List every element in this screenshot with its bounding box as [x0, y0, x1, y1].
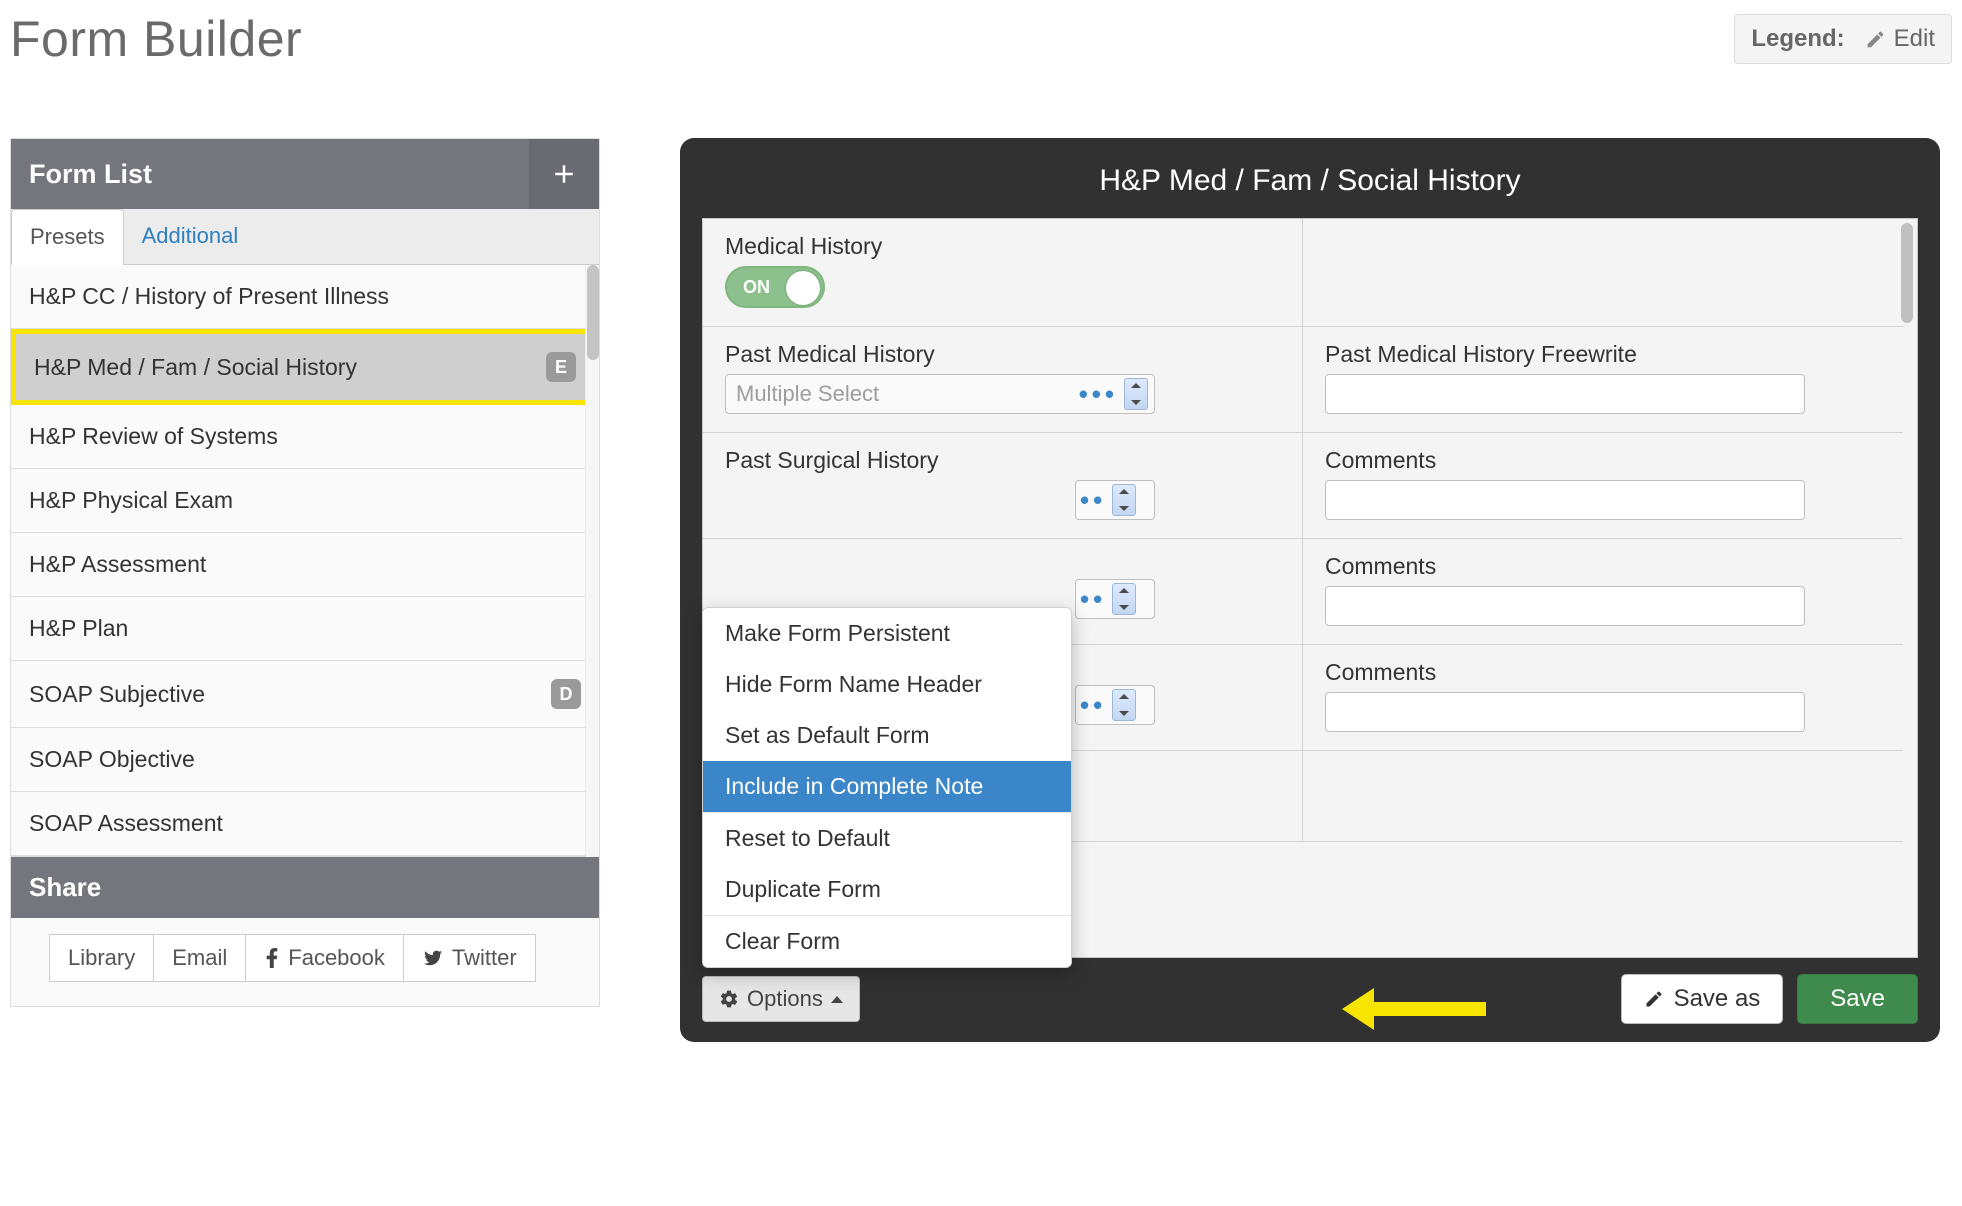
- comments-input-3[interactable]: [1325, 692, 1805, 732]
- form-list-item-label: SOAP Assessment: [29, 810, 223, 837]
- add-form-button[interactable]: [529, 139, 599, 209]
- annotation-arrow: [1342, 988, 1492, 1028]
- editor-title: H&P Med / Fam / Social History: [702, 160, 1918, 218]
- form-list-item-badge: D: [551, 679, 581, 709]
- form-list-item-label: SOAP Subjective: [29, 681, 205, 708]
- drag-dots-icon: ••: [1080, 584, 1106, 615]
- form-list-item[interactable]: SOAP Assessment: [11, 792, 599, 856]
- field-past-medical-history-label: Past Medical History: [725, 341, 1280, 368]
- past-surgical-history-select[interactable]: ••: [1075, 480, 1155, 520]
- drag-dots-icon: •••: [1079, 379, 1118, 410]
- form-list-item-badge: E: [546, 352, 576, 382]
- form-list-item[interactable]: H&P Physical Exam: [11, 469, 599, 533]
- scrollbar-thumb[interactable]: [587, 265, 599, 360]
- field-comments-label: Comments: [1325, 553, 1881, 580]
- stepper-icon[interactable]: [1124, 378, 1148, 410]
- form-editor-panel: H&P Med / Fam / Social History Medical H…: [680, 138, 1940, 1042]
- menu-include-complete-note[interactable]: Include in Complete Note: [703, 761, 1071, 812]
- form-list-item-label: H&P Plan: [29, 615, 128, 642]
- pencil-icon: [1865, 29, 1886, 50]
- share-twitter-button[interactable]: Twitter: [404, 934, 536, 982]
- menu-make-persistent[interactable]: Make Form Persistent: [703, 608, 1071, 659]
- field-medical-history-label: Medical History: [725, 233, 1280, 260]
- legend-label: Legend:: [1751, 25, 1844, 53]
- field-past-surgical-history-label: Past Surgical History: [725, 447, 1280, 474]
- menu-set-default[interactable]: Set as Default Form: [703, 710, 1071, 761]
- share-email-button[interactable]: Email: [154, 934, 246, 982]
- comments-input-2[interactable]: [1325, 586, 1805, 626]
- stepper-icon[interactable]: [1112, 689, 1136, 721]
- share-facebook-button[interactable]: Facebook: [246, 934, 404, 982]
- editor-scrollbar-thumb[interactable]: [1901, 223, 1913, 323]
- twitter-icon: [422, 949, 444, 967]
- share-library-button[interactable]: Library: [49, 934, 154, 982]
- comments-input-1[interactable]: [1325, 480, 1805, 520]
- save-as-button[interactable]: Save as: [1621, 974, 1784, 1024]
- form-list-item-label: H&P CC / History of Present Illness: [29, 283, 389, 310]
- past-medical-history-select[interactable]: Multiple Select •••: [725, 374, 1155, 414]
- legend-edit-button[interactable]: Edit: [1865, 25, 1935, 53]
- stepper-icon[interactable]: [1112, 583, 1136, 615]
- facebook-icon: [264, 948, 280, 968]
- options-button[interactable]: Options: [702, 976, 860, 1022]
- pmh-freewrite-input[interactable]: [1325, 374, 1805, 414]
- stepper-icon[interactable]: [1112, 484, 1136, 516]
- legend-box: Legend: Edit: [1734, 14, 1952, 64]
- page-title: Form Builder: [10, 10, 302, 68]
- form-list-item[interactable]: SOAP Subjective D: [11, 661, 599, 728]
- form-list-item-label: H&P Review of Systems: [29, 423, 278, 450]
- form-list-item[interactable]: H&P Med / Fam / Social History E: [11, 329, 599, 405]
- form-list-item-label: SOAP Objective: [29, 746, 195, 773]
- field-comments-label: Comments: [1325, 447, 1881, 474]
- caret-up-icon: [831, 996, 843, 1003]
- options-menu: Make Form Persistent Hide Form Name Head…: [702, 607, 1072, 968]
- form-list-item[interactable]: SOAP Objective: [11, 728, 599, 792]
- form-list-item[interactable]: H&P Assessment: [11, 533, 599, 597]
- gear-icon: [719, 989, 739, 1009]
- menu-duplicate-form[interactable]: Duplicate Form: [703, 864, 1071, 915]
- menu-reset-default[interactable]: Reset to Default: [703, 813, 1071, 864]
- form-list-item[interactable]: H&P Plan: [11, 597, 599, 661]
- field-pmh-freewrite-label: Past Medical History Freewrite: [1325, 341, 1881, 368]
- form-list-item-label: H&P Physical Exam: [29, 487, 233, 514]
- field-comments-label: Comments: [1325, 659, 1881, 686]
- form-list-scrollbar[interactable]: [585, 265, 599, 857]
- medical-history-toggle[interactable]: ON: [725, 266, 825, 308]
- plus-icon: [549, 159, 579, 189]
- history-select-3[interactable]: ••: [1075, 579, 1155, 619]
- tab-additional[interactable]: Additional: [124, 209, 257, 264]
- form-list-item-label: H&P Assessment: [29, 551, 206, 578]
- drag-dots-icon: ••: [1080, 485, 1106, 516]
- pencil-icon: [1644, 989, 1664, 1009]
- form-list-item[interactable]: H&P CC / History of Present Illness: [11, 265, 599, 329]
- form-list-item[interactable]: H&P Review of Systems: [11, 405, 599, 469]
- form-list-item-label: H&P Med / Fam / Social History: [34, 354, 357, 381]
- menu-clear-form[interactable]: Clear Form: [703, 916, 1071, 967]
- drag-dots-icon: ••: [1080, 690, 1106, 721]
- share-title: Share: [11, 857, 599, 918]
- menu-hide-header[interactable]: Hide Form Name Header: [703, 659, 1071, 710]
- tab-presets[interactable]: Presets: [11, 209, 124, 265]
- form-list-title: Form List: [29, 159, 152, 190]
- save-button[interactable]: Save: [1797, 974, 1918, 1024]
- form-list-panel: Form List Presets Additional H&P CC / Hi…: [10, 138, 600, 1007]
- history-select-4[interactable]: ••: [1075, 685, 1155, 725]
